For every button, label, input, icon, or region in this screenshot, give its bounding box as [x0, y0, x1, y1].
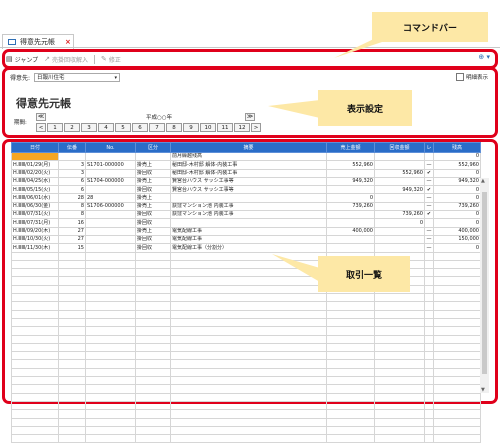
table-cell-empty	[85, 425, 136, 436]
table-cell-empty	[135, 425, 171, 436]
table-cell-empty	[11, 425, 59, 436]
table-cell-empty	[85, 409, 136, 419]
table-row-empty[interactable]	[11, 417, 481, 427]
table-cell-empty	[85, 434, 136, 443]
table-cell-empty	[326, 417, 375, 427]
table-cell-empty	[374, 425, 425, 436]
table-row-empty[interactable]	[11, 425, 481, 436]
display-callout-tail	[268, 100, 320, 118]
table-cell-empty	[170, 417, 327, 427]
table-cell-empty	[170, 434, 327, 443]
table-cell-empty	[58, 434, 86, 443]
callout-tails	[268, 36, 400, 282]
table-cell-empty	[326, 434, 375, 443]
table-cell-empty	[433, 425, 481, 436]
table-cell-empty	[433, 434, 481, 443]
table-cell-empty	[135, 409, 171, 419]
table-cell-empty	[135, 417, 171, 427]
table-cell-empty	[433, 417, 481, 427]
table-cell-empty	[374, 434, 425, 443]
table-cell-empty	[424, 434, 434, 443]
table-cell-empty	[11, 409, 59, 419]
table-row-empty[interactable]	[11, 409, 481, 419]
table-cell-empty	[58, 409, 86, 419]
table-cell-empty	[424, 417, 434, 427]
table-cell-empty	[433, 409, 481, 419]
table-cell-empty	[374, 409, 425, 419]
table-cell-empty	[58, 417, 86, 427]
table-cell-empty	[424, 425, 434, 436]
table-cell-empty	[326, 425, 375, 436]
table-cell-empty	[85, 417, 136, 427]
table-cell-empty	[374, 417, 425, 427]
table-cell-empty	[11, 434, 59, 443]
command-bar-callout: コマンドバー	[372, 12, 488, 42]
table-cell-empty	[58, 425, 86, 436]
table-cell-empty	[11, 417, 59, 427]
transaction-list-callout: 取引一覧	[318, 256, 410, 292]
table-cell-empty	[135, 434, 171, 443]
table-row-empty[interactable]	[11, 434, 481, 443]
list-callout-tail	[272, 254, 320, 282]
table-cell-empty	[424, 409, 434, 419]
table-cell-empty	[170, 409, 327, 419]
table-cell-empty	[326, 409, 375, 419]
display-settings-callout: 表示設定	[318, 90, 412, 126]
table-cell-empty	[170, 425, 327, 436]
